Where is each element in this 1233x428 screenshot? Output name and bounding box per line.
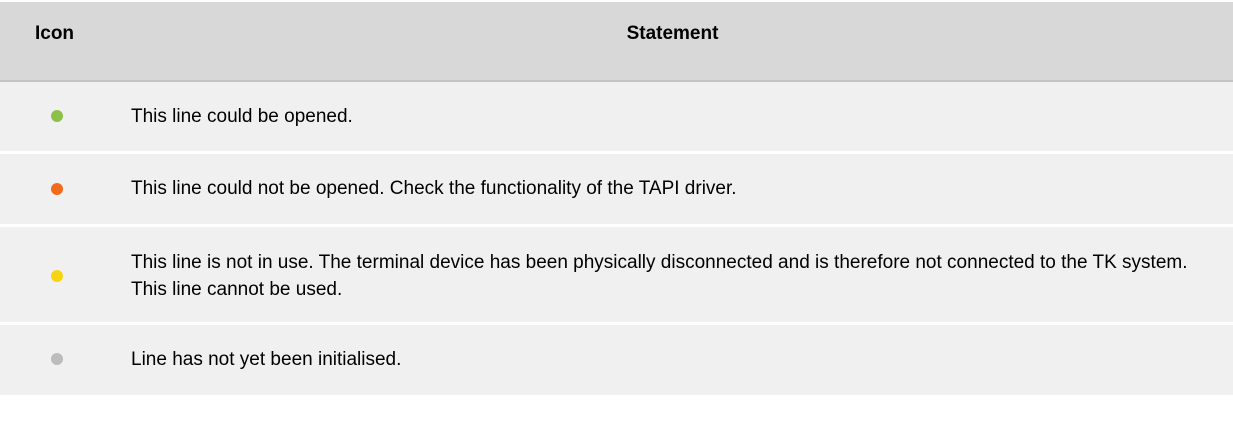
statement-cell: This line is not in use. The terminal de… [112,227,1233,322]
icon-cell [0,325,109,395]
icon-column-header-label: Icon [34,23,75,44]
icon-cell [0,154,109,224]
statement-column-header: Statement [112,0,1233,82]
statement-text: Line has not yet been initialised. [131,349,402,370]
statement-column-header-label: Statement [626,23,719,44]
line-status-table: Icon Statement This line could be opened… [0,0,1233,395]
icon-cell [0,227,109,322]
icon-column-header: Icon [0,0,109,82]
statement-text: This line could not be opened. Check the… [131,178,737,199]
statement-text: This line could be opened. [131,106,353,127]
table-row: Line has not yet been initialised. [0,325,1233,395]
table-header-row: Icon Statement [0,0,1233,82]
green-status-dot-icon [51,110,63,122]
grey-status-dot-icon [51,353,63,365]
icon-cell [0,82,109,151]
statement-cell: This line could not be opened. Check the… [112,154,1233,224]
orange-status-dot-icon [51,183,63,195]
statement-cell: Line has not yet been initialised. [112,325,1233,395]
statement-cell: This line could be opened. [112,82,1233,151]
table-row: This line is not in use. The terminal de… [0,227,1233,322]
yellow-status-dot-icon [51,270,63,282]
table-row: This line could not be opened. Check the… [0,154,1233,224]
statement-text: This line is not in use. The terminal de… [131,252,1188,300]
table-row: This line could be opened. [0,82,1233,151]
